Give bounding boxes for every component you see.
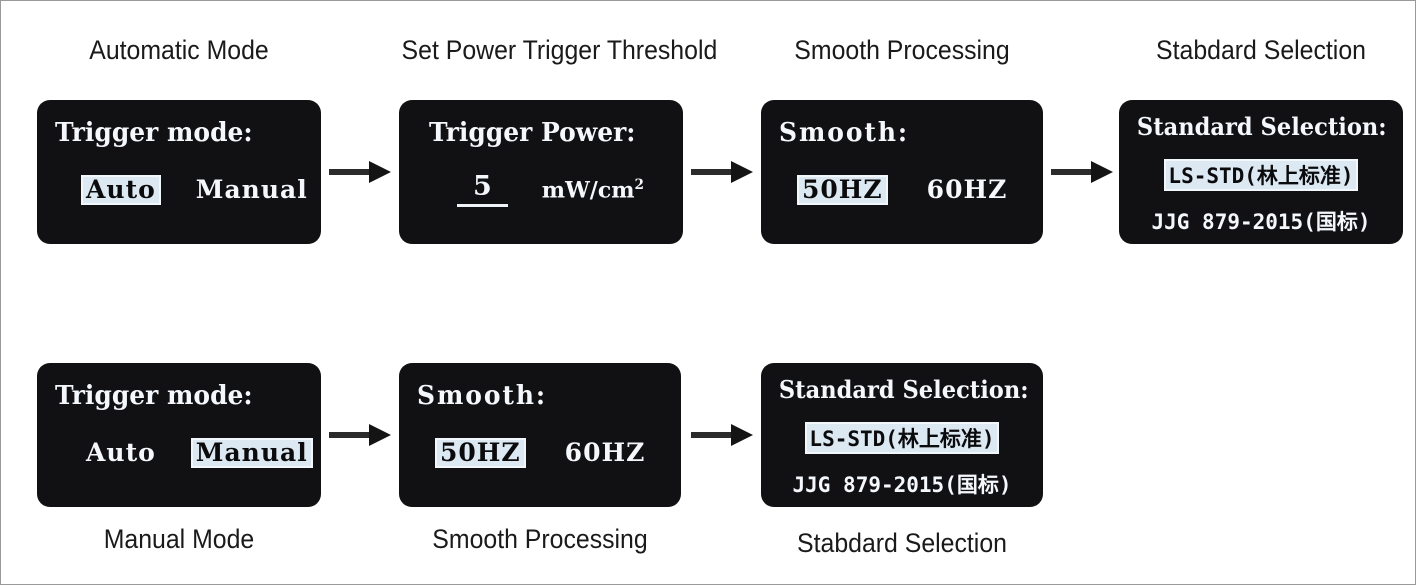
caption-manual-mode: Manual Mode <box>103 524 255 554</box>
lcd-title-trigger-mode: Trigger mode: <box>55 118 253 148</box>
unit-exponent: 2 <box>634 176 644 193</box>
flow-arrow-bottom-1 <box>329 421 393 449</box>
lcd-screen-trigger-mode-manual: Trigger mode: Auto Manual <box>37 363 321 507</box>
option-trigger-mode-manual-bottom[interactable]: Manual <box>190 438 313 468</box>
option-trigger-mode-auto[interactable]: Auto <box>81 175 161 205</box>
lcd-title-standard-selection-top: Standard Selection: <box>1136 112 1387 141</box>
caption-smooth-processing-top: Smooth Processing <box>794 35 1010 65</box>
lcd-option-row-smooth-bottom: 50HZ 60HZ <box>417 438 663 468</box>
lcd-title-trigger-mode-bottom: Trigger mode: <box>55 381 253 411</box>
option-smooth-60hz-top[interactable]: 60HZ <box>922 175 1013 205</box>
option-standard-ls-std-top[interactable]: LS-STD(林上标准) <box>1164 159 1358 192</box>
option-standard-ls-std-bottom[interactable]: LS-STD(林上标准) <box>805 422 999 455</box>
option-standard-jjg-top[interactable]: JJG 879-2015(国标) <box>1147 205 1374 237</box>
option-smooth-50hz-top[interactable]: 50HZ <box>797 175 888 205</box>
lcd-screen-standard-selection-top: Standard Selection: LS-STD(林上标准) JJG 879… <box>1119 100 1403 244</box>
lcd-title-trigger-power: Trigger Power: <box>429 118 636 148</box>
lcd-screen-smooth-top: Smooth: 50HZ 60HZ <box>761 100 1043 244</box>
caption-stabdard-selection-top: Stabdard Selection <box>1156 35 1366 65</box>
unit-base: mW/cm <box>541 177 635 204</box>
caption-smooth-processing-bottom: Smooth Processing <box>432 524 648 554</box>
unit-trigger-power: mW/cm2 <box>542 177 644 203</box>
lcd-title-smooth-top: Smooth: <box>779 118 910 148</box>
lcd-option-row-std-1-top: LS-STD(林上标准) <box>1129 159 1393 192</box>
lcd-screen-standard-selection-bottom: Standard Selection: LS-STD(林上标准) JJG 879… <box>761 363 1043 507</box>
lcd-screen-trigger-mode-auto: Trigger mode: Auto Manual <box>37 100 321 244</box>
option-standard-jjg-bottom[interactable]: JJG 879-2015(国标) <box>788 468 1015 500</box>
lcd-option-row-std-2-top: JJG 879-2015(国标) <box>1129 205 1393 237</box>
option-smooth-60hz-bottom[interactable]: 60HZ <box>560 438 651 468</box>
workflow-figure: Automatic Mode Set Power Trigger Thresho… <box>0 0 1416 585</box>
option-trigger-mode-auto-bottom[interactable]: Auto <box>81 438 161 468</box>
lcd-option-row-std-1-bottom: LS-STD(林上标准) <box>771 422 1033 455</box>
caption-automatic-mode: Automatic Mode <box>89 35 269 65</box>
value-trigger-power[interactable]: 5 <box>457 172 508 207</box>
lcd-option-row-trigger-mode-bottom: Auto Manual <box>55 438 313 468</box>
lcd-screen-smooth-bottom: Smooth: 50HZ 60HZ <box>399 363 681 507</box>
caption-set-power-trigger-threshold: Set Power Trigger Threshold <box>401 35 718 65</box>
option-smooth-50hz-bottom[interactable]: 50HZ <box>435 438 526 468</box>
flow-arrow-top-3 <box>1051 158 1115 186</box>
lcd-screen-trigger-power: Trigger Power: 5 mW/cm2 <box>399 100 683 244</box>
flow-arrow-top-2 <box>691 158 755 186</box>
lcd-value-row-trigger-power: 5 mW/cm2 <box>417 172 665 207</box>
flow-arrow-top-1 <box>329 158 393 186</box>
lcd-option-row-trigger-mode: Auto Manual <box>55 175 307 205</box>
flow-arrow-bottom-2 <box>691 421 755 449</box>
option-trigger-mode-manual[interactable]: Manual <box>191 175 313 205</box>
lcd-title-standard-selection-bottom: Standard Selection: <box>778 375 1029 404</box>
caption-stabdard-selection-bottom: Stabdard Selection <box>797 528 1007 558</box>
lcd-option-row-smooth-top: 50HZ 60HZ <box>779 175 1025 205</box>
lcd-option-row-std-2-bottom: JJG 879-2015(国标) <box>771 468 1033 500</box>
lcd-title-smooth-bottom: Smooth: <box>417 381 548 411</box>
